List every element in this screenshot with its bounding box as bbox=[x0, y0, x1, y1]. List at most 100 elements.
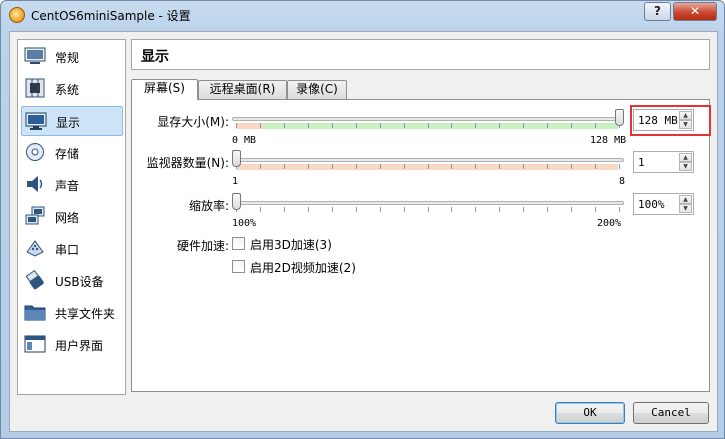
slider-tick bbox=[475, 164, 476, 169]
slider-tick bbox=[380, 207, 381, 212]
enable-3d-checkbox-row[interactable]: 启用3D加速(3) bbox=[232, 236, 392, 252]
scale-factor-slider[interactable] bbox=[232, 193, 624, 223]
settings-window: CentOS6miniSample - 设置 ? ✕ 常规 系统 显示 存储 声… bbox=[0, 0, 725, 439]
slider-ticks bbox=[236, 207, 620, 213]
slider-tick bbox=[595, 164, 596, 169]
slider-track bbox=[232, 158, 624, 162]
sidebar-item-user-interface[interactable]: 用户界面 bbox=[21, 330, 123, 360]
sidebar-item-storage[interactable]: 存储 bbox=[21, 138, 123, 168]
slider-tick bbox=[595, 123, 596, 128]
slider-tick bbox=[547, 123, 548, 128]
window-title: CentOS6miniSample - 设置 bbox=[31, 9, 191, 23]
sidebar-item-audio[interactable]: 声音 bbox=[21, 170, 123, 200]
slider-thumb[interactable] bbox=[615, 109, 624, 126]
slider-tick bbox=[284, 123, 285, 128]
slider-tick bbox=[499, 164, 500, 169]
enable-2d-checkbox-row[interactable]: 启用2D视频加速(2) bbox=[232, 259, 412, 275]
general-icon bbox=[24, 47, 46, 64]
monitor-count-min-label: 1 bbox=[232, 176, 239, 187]
scale-factor-max-label: 200% bbox=[597, 218, 622, 229]
page-title: 显示 bbox=[141, 49, 169, 65]
dialog-body: 常规 系统 显示 存储 声音 网络 串口 USB设备 共享文件夹 用户界面 显示… bbox=[9, 31, 718, 432]
tab-screen[interactable]: 屏幕(S) bbox=[131, 79, 198, 100]
sidebar-item-label: 常规 bbox=[55, 51, 80, 65]
video-memory-min-label: 0 MB bbox=[232, 135, 257, 146]
monitor-count-slider[interactable] bbox=[232, 150, 624, 180]
sidebar-item-shared-folders[interactable]: 共享文件夹 bbox=[21, 298, 123, 328]
tab-remote-display[interactable]: 远程桌面(R) bbox=[198, 80, 287, 99]
usb-icon bbox=[25, 270, 44, 290]
sidebar-item-system[interactable]: 系统 bbox=[21, 74, 123, 104]
acceleration-label: 硬件加速: bbox=[176, 239, 229, 253]
slider-tick bbox=[428, 164, 429, 169]
enable-3d-label: 启用3D加速(3) bbox=[250, 238, 332, 252]
sidebar-item-label: 网络 bbox=[55, 211, 80, 225]
slider-tick bbox=[356, 207, 357, 212]
slider-tick bbox=[428, 207, 429, 212]
slider-tick bbox=[451, 207, 452, 212]
sidebar-item-general[interactable]: 常规 bbox=[21, 42, 123, 72]
slider-tick bbox=[308, 207, 309, 212]
help-button[interactable]: ? bbox=[644, 2, 671, 21]
slider-track bbox=[232, 201, 624, 205]
slider-tick bbox=[523, 207, 524, 212]
sidebar-item-label: 系统 bbox=[55, 83, 80, 97]
spin-down-icon[interactable]: ▼ bbox=[679, 162, 692, 171]
sidebar-item-display[interactable]: 显示 bbox=[21, 106, 123, 136]
slider-thumb[interactable] bbox=[232, 193, 241, 210]
scale-factor-label: 缩放率: bbox=[188, 199, 229, 213]
slider-thumb[interactable] bbox=[232, 150, 241, 167]
network-icon bbox=[25, 206, 45, 225]
slider-tick bbox=[451, 164, 452, 169]
sidebar-item-serial-port[interactable]: 串口 bbox=[21, 234, 123, 264]
slider-tick bbox=[308, 123, 309, 128]
shared-folder-icon bbox=[24, 305, 46, 321]
video-memory-max-label: 128 MB bbox=[590, 135, 627, 146]
monitor-count-spinbox[interactable]: 1 ▲ ▼ bbox=[633, 151, 694, 173]
monitor-count-label: 监视器数量(N): bbox=[146, 156, 229, 170]
slider-tick bbox=[404, 164, 405, 169]
slider-tick bbox=[380, 164, 381, 169]
slider-tick bbox=[571, 207, 572, 212]
title-bar[interactable]: CentOS6miniSample - 设置 ? ✕ bbox=[1, 1, 724, 30]
slider-tick bbox=[619, 207, 620, 212]
spinbox-buttons: ▲ ▼ bbox=[679, 195, 692, 213]
slider-tick bbox=[475, 207, 476, 212]
sidebar-item-network[interactable]: 网络 bbox=[21, 202, 123, 232]
scale-factor-spinbox[interactable]: 100% ▲ ▼ bbox=[633, 193, 694, 215]
spinbox-buttons: ▲ ▼ bbox=[679, 153, 692, 171]
sidebar-item-label: 共享文件夹 bbox=[55, 307, 116, 321]
slider-tick bbox=[260, 207, 261, 212]
tab-recording[interactable]: 录像(C) bbox=[287, 80, 347, 99]
slider-tick bbox=[619, 164, 620, 169]
slider-ticks bbox=[236, 164, 620, 170]
serial-port-icon bbox=[26, 240, 44, 257]
slider-tick bbox=[595, 207, 596, 212]
display-icon bbox=[25, 112, 47, 130]
spin-up-icon[interactable]: ▲ bbox=[679, 153, 692, 162]
enable-2d-checkbox[interactable] bbox=[232, 260, 245, 273]
video-memory-slider[interactable] bbox=[232, 109, 624, 139]
slider-tick bbox=[260, 164, 261, 169]
storage-icon bbox=[26, 143, 44, 161]
sidebar-item-label: 声音 bbox=[55, 179, 80, 193]
spin-up-icon[interactable]: ▲ bbox=[679, 195, 692, 204]
page-header: 显示 bbox=[131, 39, 710, 70]
audio-icon bbox=[27, 176, 43, 192]
slider-tick bbox=[332, 164, 333, 169]
sidebar-item-usb[interactable]: USB设备 bbox=[21, 266, 123, 296]
slider-tick bbox=[236, 123, 237, 128]
slider-tick bbox=[404, 207, 405, 212]
slider-tick bbox=[523, 164, 524, 169]
spinbox-value: 1 bbox=[638, 156, 645, 169]
slider-tick bbox=[332, 123, 333, 128]
spin-down-icon[interactable]: ▼ bbox=[679, 204, 692, 213]
ok-button[interactable]: OK bbox=[555, 402, 625, 424]
slider-tick bbox=[332, 207, 333, 212]
enable-3d-checkbox[interactable] bbox=[232, 237, 245, 250]
cancel-button[interactable]: Cancel bbox=[633, 402, 709, 424]
slider-tick bbox=[523, 123, 524, 128]
slider-tick bbox=[356, 164, 357, 169]
close-button[interactable]: ✕ bbox=[673, 2, 717, 21]
enable-2d-label: 启用2D视频加速(2) bbox=[250, 261, 356, 275]
